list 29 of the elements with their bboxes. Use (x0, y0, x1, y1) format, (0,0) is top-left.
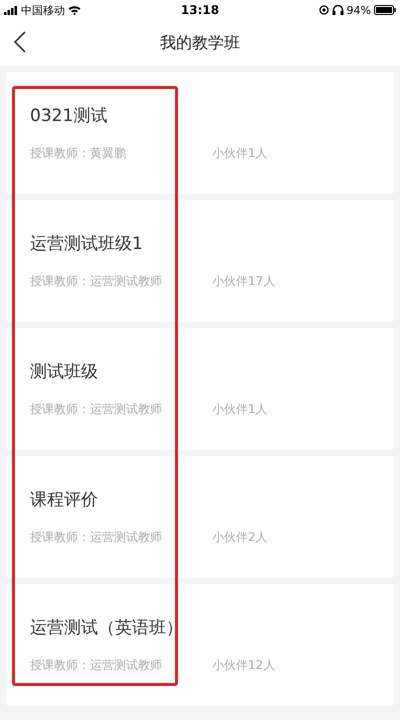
teacher-label: 授课教师：运营测试教师 (30, 529, 163, 546)
class-name: 运营测试（英语班） (30, 617, 184, 639)
page-title: 我的教学班 (160, 32, 240, 54)
class-card[interactable]: 测试班级 授课教师：运营测试教师 小伙伴1人 (6, 328, 394, 450)
member-count: 小伙伴1人 (212, 401, 268, 418)
member-count: 小伙伴2人 (212, 529, 268, 546)
signal-icon (4, 6, 18, 14)
battery-icon (374, 5, 396, 15)
lock-rotation-icon (318, 5, 329, 15)
class-name: 课程评价 (30, 489, 99, 511)
class-card[interactable]: 0321测试 授课教师：黄翼鹏 小伙伴1人 (6, 72, 394, 194)
carrier-name: 中国移动 (21, 2, 65, 18)
class-name: 0321测试 (30, 105, 108, 127)
headphones-icon (332, 5, 344, 15)
teacher-label: 授课教师：黄翼鹏 (30, 145, 127, 162)
wifi-icon (68, 5, 81, 15)
class-card[interactable]: 运营测试班级1 授课教师：运营测试教师 小伙伴17人 (6, 200, 394, 322)
teacher-label: 授课教师：运营测试教师 (30, 657, 163, 674)
teacher-label: 授课教师：运营测试教师 (30, 273, 163, 290)
class-card[interactable]: 课程评价 授课教师：运营测试教师 小伙伴2人 (6, 456, 394, 578)
battery-percent: 94% (346, 4, 371, 16)
status-time: 13:18 (180, 3, 220, 17)
member-count: 小伙伴12人 (212, 657, 276, 674)
member-count: 小伙伴17人 (212, 273, 276, 290)
member-count: 小伙伴1人 (212, 145, 268, 162)
class-card[interactable]: 运营测试（英语班） 授课教师：运营测试教师 小伙伴12人 (6, 584, 394, 706)
teacher-label: 授课教师：运营测试教师 (30, 401, 163, 418)
class-name: 运营测试班级1 (30, 233, 144, 255)
class-name: 测试班级 (30, 361, 99, 383)
